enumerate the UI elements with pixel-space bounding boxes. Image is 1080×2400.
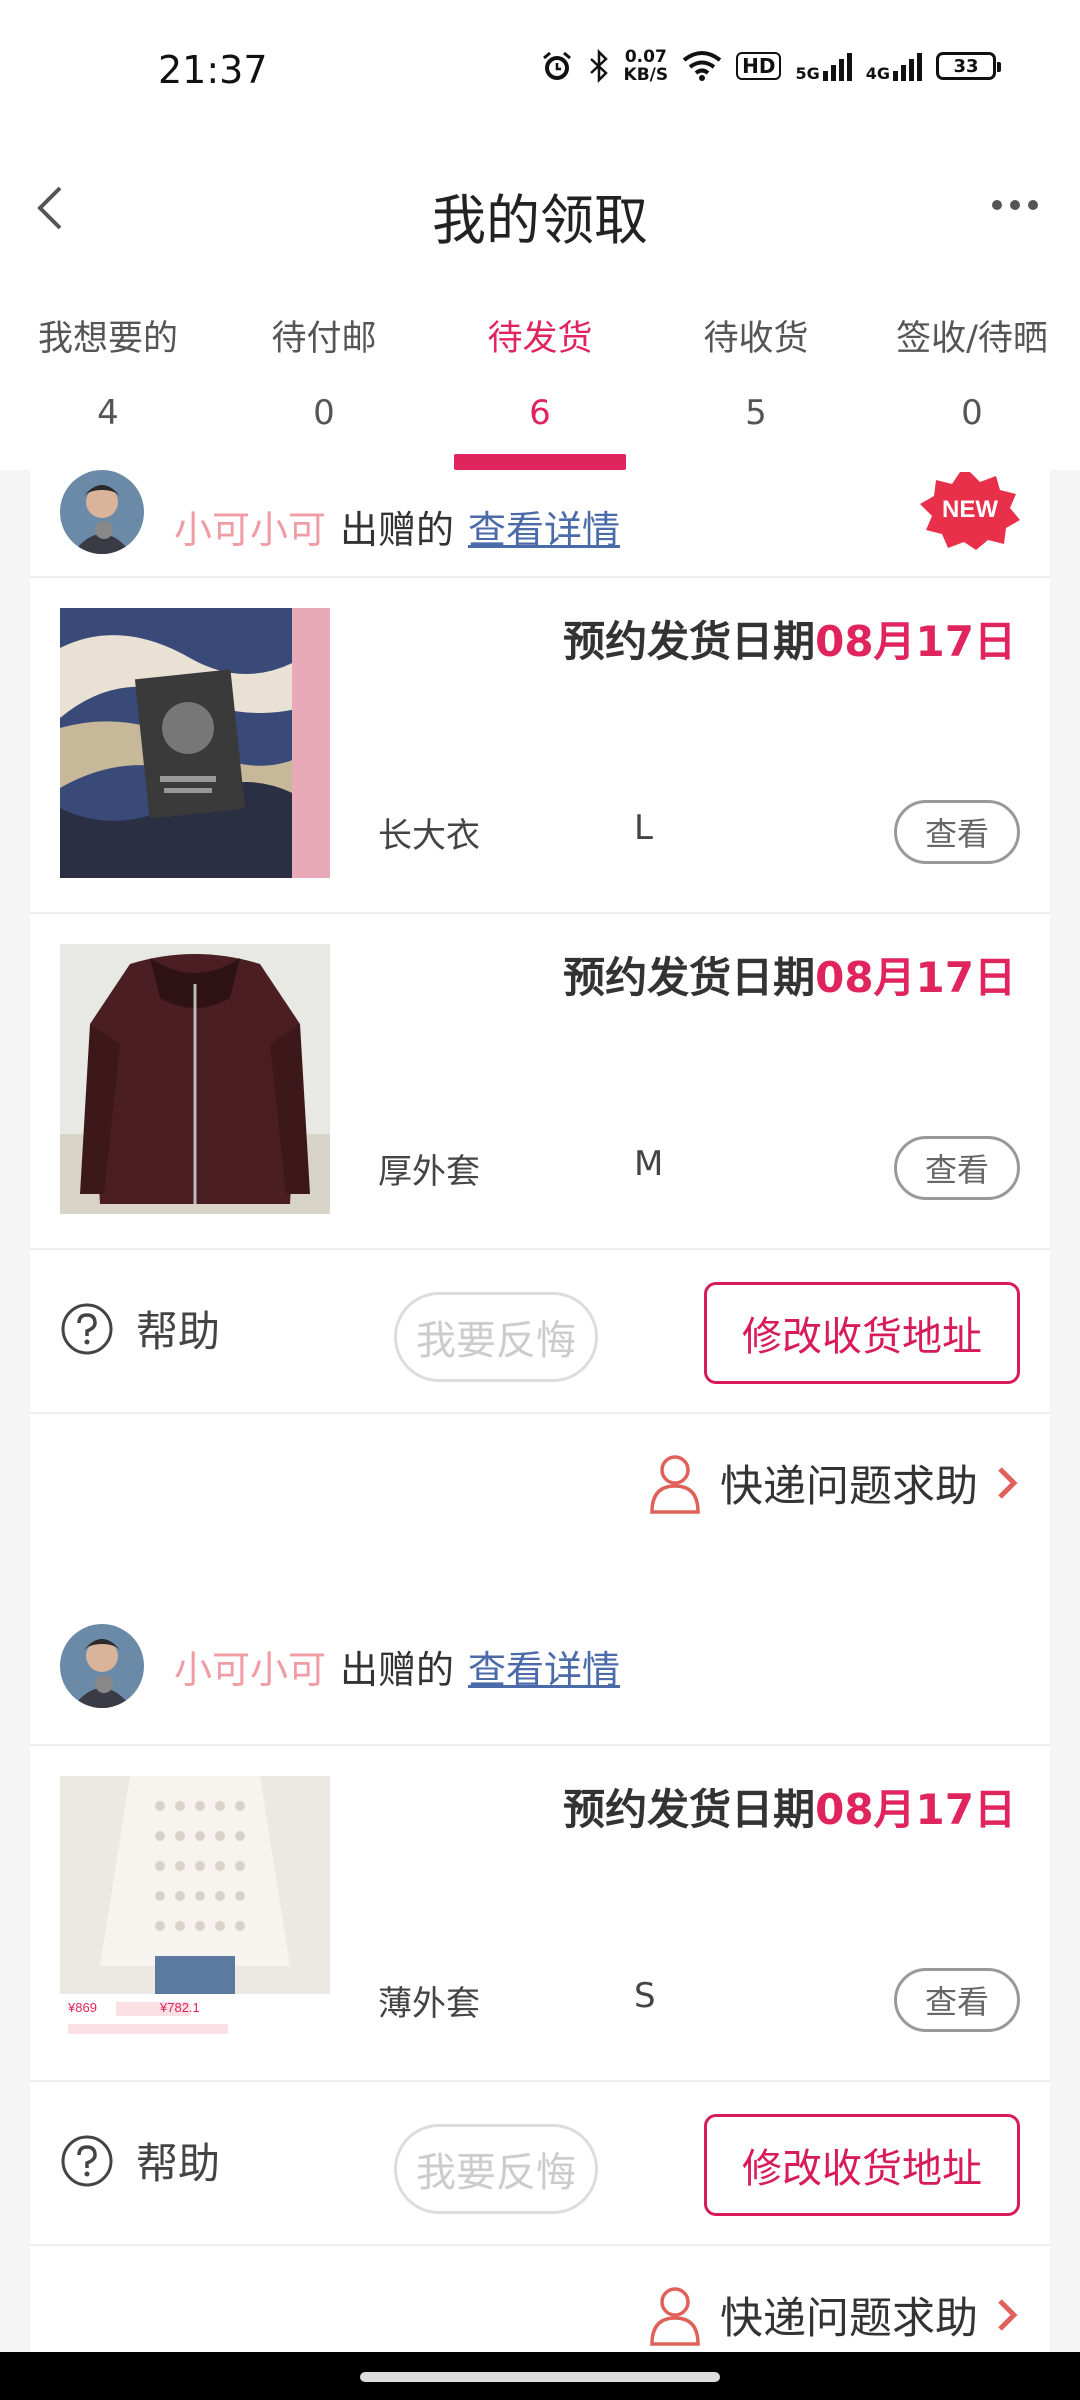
regret-button[interactable]: 我要反悔 <box>394 1292 598 1382</box>
order-card: 小可小可 出赠的 查看详情 ¥869 ¥782.1 预约发货日期08月17日 薄… <box>30 1588 1050 2352</box>
status-time: 21:37 <box>158 48 268 92</box>
nav-bar: 我的领取 <box>0 140 1080 280</box>
gift-item[interactable]: ¥869 ¥782.1 预约发货日期08月17日 薄外套 S 查看 <box>30 1746 1050 2082</box>
net1-label: 5G <box>795 64 820 83</box>
avatar[interactable] <box>60 1624 144 1708</box>
item-thumbnail-scarf[interactable] <box>60 608 330 878</box>
page-title: 我的领取 <box>432 189 648 252</box>
view-button[interactable]: 查看 <box>894 800 1020 864</box>
thumb-price: ¥869 <box>67 2000 97 2015</box>
tab-pending-postage[interactable]: 待付邮 0 <box>216 280 432 470</box>
express-help-row[interactable]: 快递问题求助 <box>30 2246 1050 2352</box>
card-header: 小可小可 出赠的 查看详情 NEW <box>30 470 1050 578</box>
ship-date-label: 预约发货日期 <box>563 617 816 666</box>
item-size: S <box>634 1976 656 2016</box>
item-name: 薄外套 <box>378 1984 480 2024</box>
view-button[interactable]: 查看 <box>894 1968 1020 2032</box>
tab-count: 0 <box>313 393 335 433</box>
net-speed: 0.07 KB/S <box>624 48 669 84</box>
bluetooth-icon <box>589 49 608 83</box>
tab-received[interactable]: 签收/待晒 0 <box>864 280 1080 470</box>
giver-suffix: 出赠的 <box>340 1647 455 1692</box>
question-circle-icon <box>61 2135 113 2186</box>
help-label: 帮助 <box>136 1307 221 1356</box>
ship-date: 预约发货日期08月17日 <box>563 944 1016 1005</box>
tab-pending-shipment[interactable]: 待发货 6 <box>432 280 648 470</box>
signal-4g-icon: 4G <box>865 51 922 83</box>
item-size: M <box>634 1144 664 1184</box>
tab-count: 0 <box>961 393 983 433</box>
new-badge: NEW <box>920 472 1020 550</box>
status-bar: 21:37 0.07 KB/S HD 5G 4G 33 <box>0 0 1080 140</box>
item-size: L <box>634 808 653 848</box>
giver-suffix: 出赠的 <box>340 508 455 552</box>
signal-5g-icon: 5G <box>795 51 852 83</box>
ship-date-value: 08月17日 <box>815 953 1016 1002</box>
question-circle-icon <box>61 1303 113 1354</box>
status-icons: 0.07 KB/S HD 5G 4G 33 <box>540 48 1001 84</box>
giver-name[interactable]: 小可小可 <box>174 499 326 554</box>
tab-bar: 我想要的 4 待付邮 0 待发货 6 待收货 5 签收/待晒 0 <box>0 280 1080 470</box>
alarm-icon <box>542 51 571 80</box>
thumb-coupon-price: ¥782.1 <box>159 2000 200 2015</box>
tab-label: 待收货 <box>703 319 809 359</box>
chevron-right-icon <box>998 2299 1018 2331</box>
help-button[interactable]: 帮助 <box>60 2130 220 2191</box>
item-name: 长大衣 <box>378 816 480 856</box>
net-speed-value: 0.07 <box>624 47 667 67</box>
ship-date-value: 08月17日 <box>815 1785 1016 1834</box>
item-thumbnail-jacket[interactable] <box>60 944 330 1214</box>
help-label: 帮助 <box>136 2139 221 2188</box>
express-help-row[interactable]: 快递问题求助 <box>30 1414 1050 1556</box>
tab-count: 6 <box>529 393 551 433</box>
gesture-bar <box>0 2352 1080 2400</box>
avatar[interactable] <box>60 470 144 554</box>
edit-address-button[interactable]: 修改收货地址 <box>704 1282 1020 1384</box>
chevron-right-icon <box>998 1467 1018 1499</box>
hd-badge: HD <box>736 52 782 80</box>
ship-date: 预约发货日期08月17日 <box>563 1776 1016 1837</box>
battery-icon: 33 <box>936 52 1001 80</box>
view-button[interactable]: 查看 <box>894 1136 1020 1200</box>
new-badge-text: NEW <box>942 496 998 523</box>
tab-label: 待付邮 <box>271 319 377 359</box>
tab-label: 我想要的 <box>37 319 178 359</box>
tab-label: 签收/待晒 <box>896 319 1048 359</box>
giver-name[interactable]: 小可小可 <box>174 1639 326 1694</box>
help-button[interactable]: 帮助 <box>60 1298 220 1359</box>
net2-label: 4G <box>865 64 890 83</box>
card-actions: 帮助 我要反悔 修改收货地址 <box>30 2082 1050 2246</box>
view-details-link[interactable]: 查看详情 <box>468 1639 620 1694</box>
express-help-label: 快递问题求助 <box>720 2294 978 2344</box>
tab-wanted[interactable]: 我想要的 4 <box>0 280 216 470</box>
item-name: 厚外套 <box>378 1152 480 1192</box>
ship-date-value: 08月17日 <box>815 617 1016 666</box>
more-icon[interactable] <box>980 170 1050 240</box>
gift-item[interactable]: 预约发货日期08月17日 厚外套 M 查看 <box>30 914 1050 1250</box>
express-help-button[interactable]: 快递问题求助 <box>648 2284 1020 2346</box>
regret-button[interactable]: 我要反悔 <box>394 2124 598 2214</box>
ship-date: 预约发货日期08月17日 <box>563 608 1016 669</box>
person-icon <box>650 1455 700 1514</box>
gift-item[interactable]: 预约发货日期08月17日 长大衣 L 查看 <box>30 578 1050 914</box>
view-details-link[interactable]: 查看详情 <box>468 499 620 554</box>
express-help-button[interactable]: 快递问题求助 <box>648 1452 1020 1514</box>
item-thumbnail-lace-jacket[interactable]: ¥869 ¥782.1 <box>60 1776 330 2046</box>
tab-count: 5 <box>745 393 767 433</box>
card-actions: 帮助 我要反悔 修改收货地址 <box>30 1250 1050 1414</box>
order-list[interactable]: 小可小可 出赠的 查看详情 NEW 预约发货日期08月17日 长大衣 L 查看 … <box>0 470 1080 2352</box>
tab-label: 待发货 <box>487 319 593 359</box>
ship-date-label: 预约发货日期 <box>563 1785 816 1834</box>
battery-level: 33 <box>953 55 979 77</box>
card-header: 小可小可 出赠的 查看详情 <box>30 1588 1050 1746</box>
tab-pending-receipt[interactable]: 待收货 5 <box>648 280 864 470</box>
wifi-icon <box>682 51 722 81</box>
net-speed-unit: KB/S <box>623 65 669 85</box>
tab-count: 4 <box>97 393 119 433</box>
edit-address-button[interactable]: 修改收货地址 <box>704 2114 1020 2216</box>
ship-date-label: 预约发货日期 <box>563 953 816 1002</box>
home-indicator[interactable] <box>360 2372 720 2382</box>
express-help-label: 快递问题求助 <box>720 1462 978 1512</box>
person-icon <box>650 2287 700 2346</box>
